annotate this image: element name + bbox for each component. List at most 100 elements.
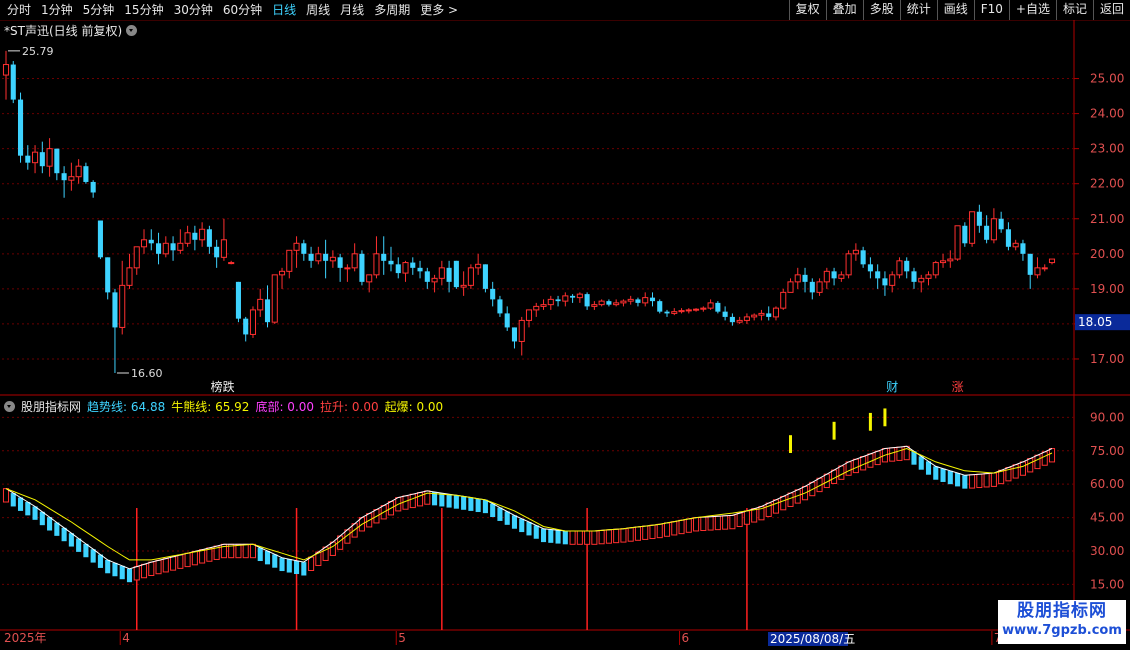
candle-body [954,225,961,260]
candle-body [475,263,482,269]
y-tick-label: 20.00 [1090,247,1124,261]
indicator-bar [272,554,278,568]
candle-body [39,152,45,167]
candle-body [206,229,212,247]
y-tick-label: 21.00 [1090,212,1124,226]
kline-chart-canvas[interactable]: 25.0024.0023.0022.0021.0020.0019.0018.00… [0,0,1130,650]
candle-body [97,220,103,258]
indicator-bar [707,516,714,531]
indicator-bar [97,554,103,568]
candle-body [860,250,866,265]
candle-body [736,319,743,323]
candle-body [381,253,387,261]
candle-body [925,274,932,279]
candle-body [133,246,140,269]
candle-body [867,264,873,272]
indicator-bar [475,498,481,513]
indicator-bar [729,514,736,530]
indicator-bar [990,472,997,487]
indicator-bar [162,558,169,573]
indicator-bar [736,512,743,527]
indicator-bar [242,543,249,559]
indicator-bar [896,446,903,461]
candle-body [410,262,416,268]
indicator-bar [54,522,60,536]
y-tick-label: 24.00 [1090,107,1124,121]
candle-body [351,253,358,269]
indicator-bar [10,493,16,507]
candle-body [366,274,373,283]
current-price-label: 18.05 [1078,315,1112,329]
indicator-bar [787,492,794,507]
candle-body [323,253,329,261]
candle-body [1005,229,1011,247]
candle-body [402,262,409,274]
indicator-bar [540,528,547,543]
candle-body [293,242,300,251]
candle-body [220,239,227,258]
indicator-bar [918,456,924,470]
breakout-bar [868,412,872,431]
candle-body [794,274,801,283]
candle-body [17,99,24,156]
event-marker-0: 榜跌 [211,379,235,394]
indicator-y-tick-label: 45.00 [1090,511,1124,525]
indicator-bar [562,530,568,545]
candle-body [976,211,982,226]
indicator-bar [177,554,184,569]
candle-body [772,307,780,318]
candle-body [446,267,452,282]
candle-body [838,274,845,279]
candle-body [54,148,60,174]
candle-body [1020,243,1026,254]
indicator-bar [308,556,315,571]
indicator-bar [301,562,307,576]
candle-body [555,299,561,302]
candle-body [431,277,438,283]
candle-body [170,243,176,251]
candle-body [947,258,954,262]
candle-body [286,249,293,272]
watermark-logo: 股朋指标网 www.7gpzb.com [998,600,1126,644]
candle-body [1041,267,1048,270]
candle-body [678,310,685,313]
candle-body [787,281,794,293]
candle-body [809,281,815,293]
indicator-bar [286,559,292,573]
candle-body [308,253,314,261]
candle-body [329,256,336,262]
indicator-bar [772,499,780,514]
indicator-bar [76,538,82,552]
indicator-bar [439,493,445,507]
candle-body [606,301,612,305]
indicator-bar [68,533,74,547]
candle-body [743,316,750,321]
candle-body [584,294,590,307]
candle-body [969,211,976,244]
indicator-bar [548,529,554,543]
candle-body [126,267,133,286]
indicator-bar [983,473,990,488]
candle-body [613,302,620,306]
candle-body [90,181,96,193]
candle-body [359,253,365,282]
bull-bear-line [5,447,1053,561]
candle-body [1027,253,1033,275]
candle-body [685,309,692,312]
breakout-bar [789,435,792,453]
indicator-bar [940,468,946,482]
candle-body [758,312,765,316]
candle-body [642,297,649,304]
indicator-bar [17,497,24,511]
y-tick-label: 19.00 [1090,282,1124,296]
indicator-bar [511,515,518,529]
candle-body [939,260,947,264]
cursor-date-label: 2025/08/08/五 [770,632,855,646]
candle-body [1012,242,1019,248]
candle-body [438,267,445,279]
candle-body [1048,258,1056,264]
candle-body [1034,267,1041,276]
candle-body [140,239,148,248]
indicator-bar [627,527,634,542]
indicator-bar [83,543,89,558]
